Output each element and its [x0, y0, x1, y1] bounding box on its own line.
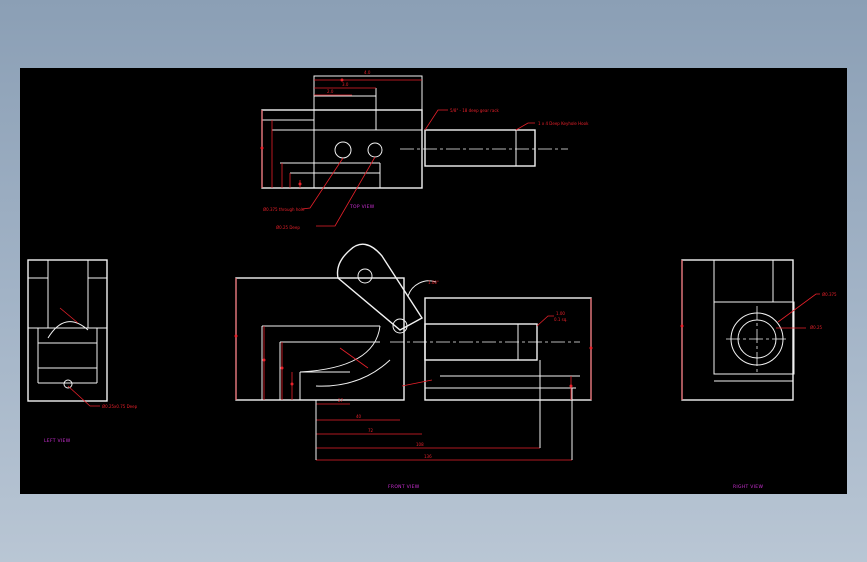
- svg-text:1.00: 1.00: [556, 311, 565, 316]
- top-view: 4.0 3.0 2.0 Ø0.375 through hole Ø0.25 De…: [261, 70, 589, 230]
- gear-rack-callout: 5/8" - 18 deep gear rack: [450, 108, 500, 113]
- chamfer-callout: 1.00°: [428, 280, 439, 285]
- front-view-label: FRONT VIEW: [388, 484, 420, 490]
- front-view: 27 40 72 108 136 1.00 0.1 sq. 1.00° FRON…: [235, 243, 592, 490]
- right-od-callout: Ø0.375: [822, 292, 837, 297]
- left-view: Ø0.25x0.75 Deep LEFT VIEW: [27, 259, 138, 444]
- deep-hole-callout: Ø0.25 Deep: [276, 225, 300, 230]
- svg-text:27: 27: [338, 398, 344, 403]
- right-id-callout: Ø0.25: [810, 325, 823, 330]
- dimension-markers: [234, 78, 684, 388]
- right-view-label: RIGHT VIEW: [733, 484, 763, 490]
- drawing-sheet: 4.0 3.0 2.0 Ø0.375 through hole Ø0.25 De…: [20, 68, 847, 494]
- svg-text:4.0: 4.0: [364, 70, 371, 75]
- svg-text:3.0: 3.0: [342, 82, 349, 87]
- svg-text:108: 108: [416, 442, 424, 447]
- svg-text:40: 40: [356, 414, 362, 419]
- top-view-label: TOP VIEW: [349, 204, 375, 210]
- left-hole-callout: Ø0.25x0.75 Deep: [102, 404, 138, 409]
- svg-text:136: 136: [424, 454, 432, 459]
- svg-text:2.0: 2.0: [327, 89, 334, 94]
- left-view-label: LEFT VIEW: [44, 438, 71, 444]
- right-view: Ø0.375 Ø0.25 RIGHT VIEW: [681, 259, 837, 490]
- svg-text:0.1 sq.: 0.1 sq.: [554, 317, 568, 322]
- cad-drawing: 4.0 3.0 2.0 Ø0.375 through hole Ø0.25 De…: [27, 70, 837, 490]
- svg-text:72: 72: [368, 428, 374, 433]
- keyhole-callout: 1 x 4 Deep Keyhole Hook: [538, 121, 589, 126]
- through-hole-callout: Ø0.375 through hole: [263, 207, 305, 212]
